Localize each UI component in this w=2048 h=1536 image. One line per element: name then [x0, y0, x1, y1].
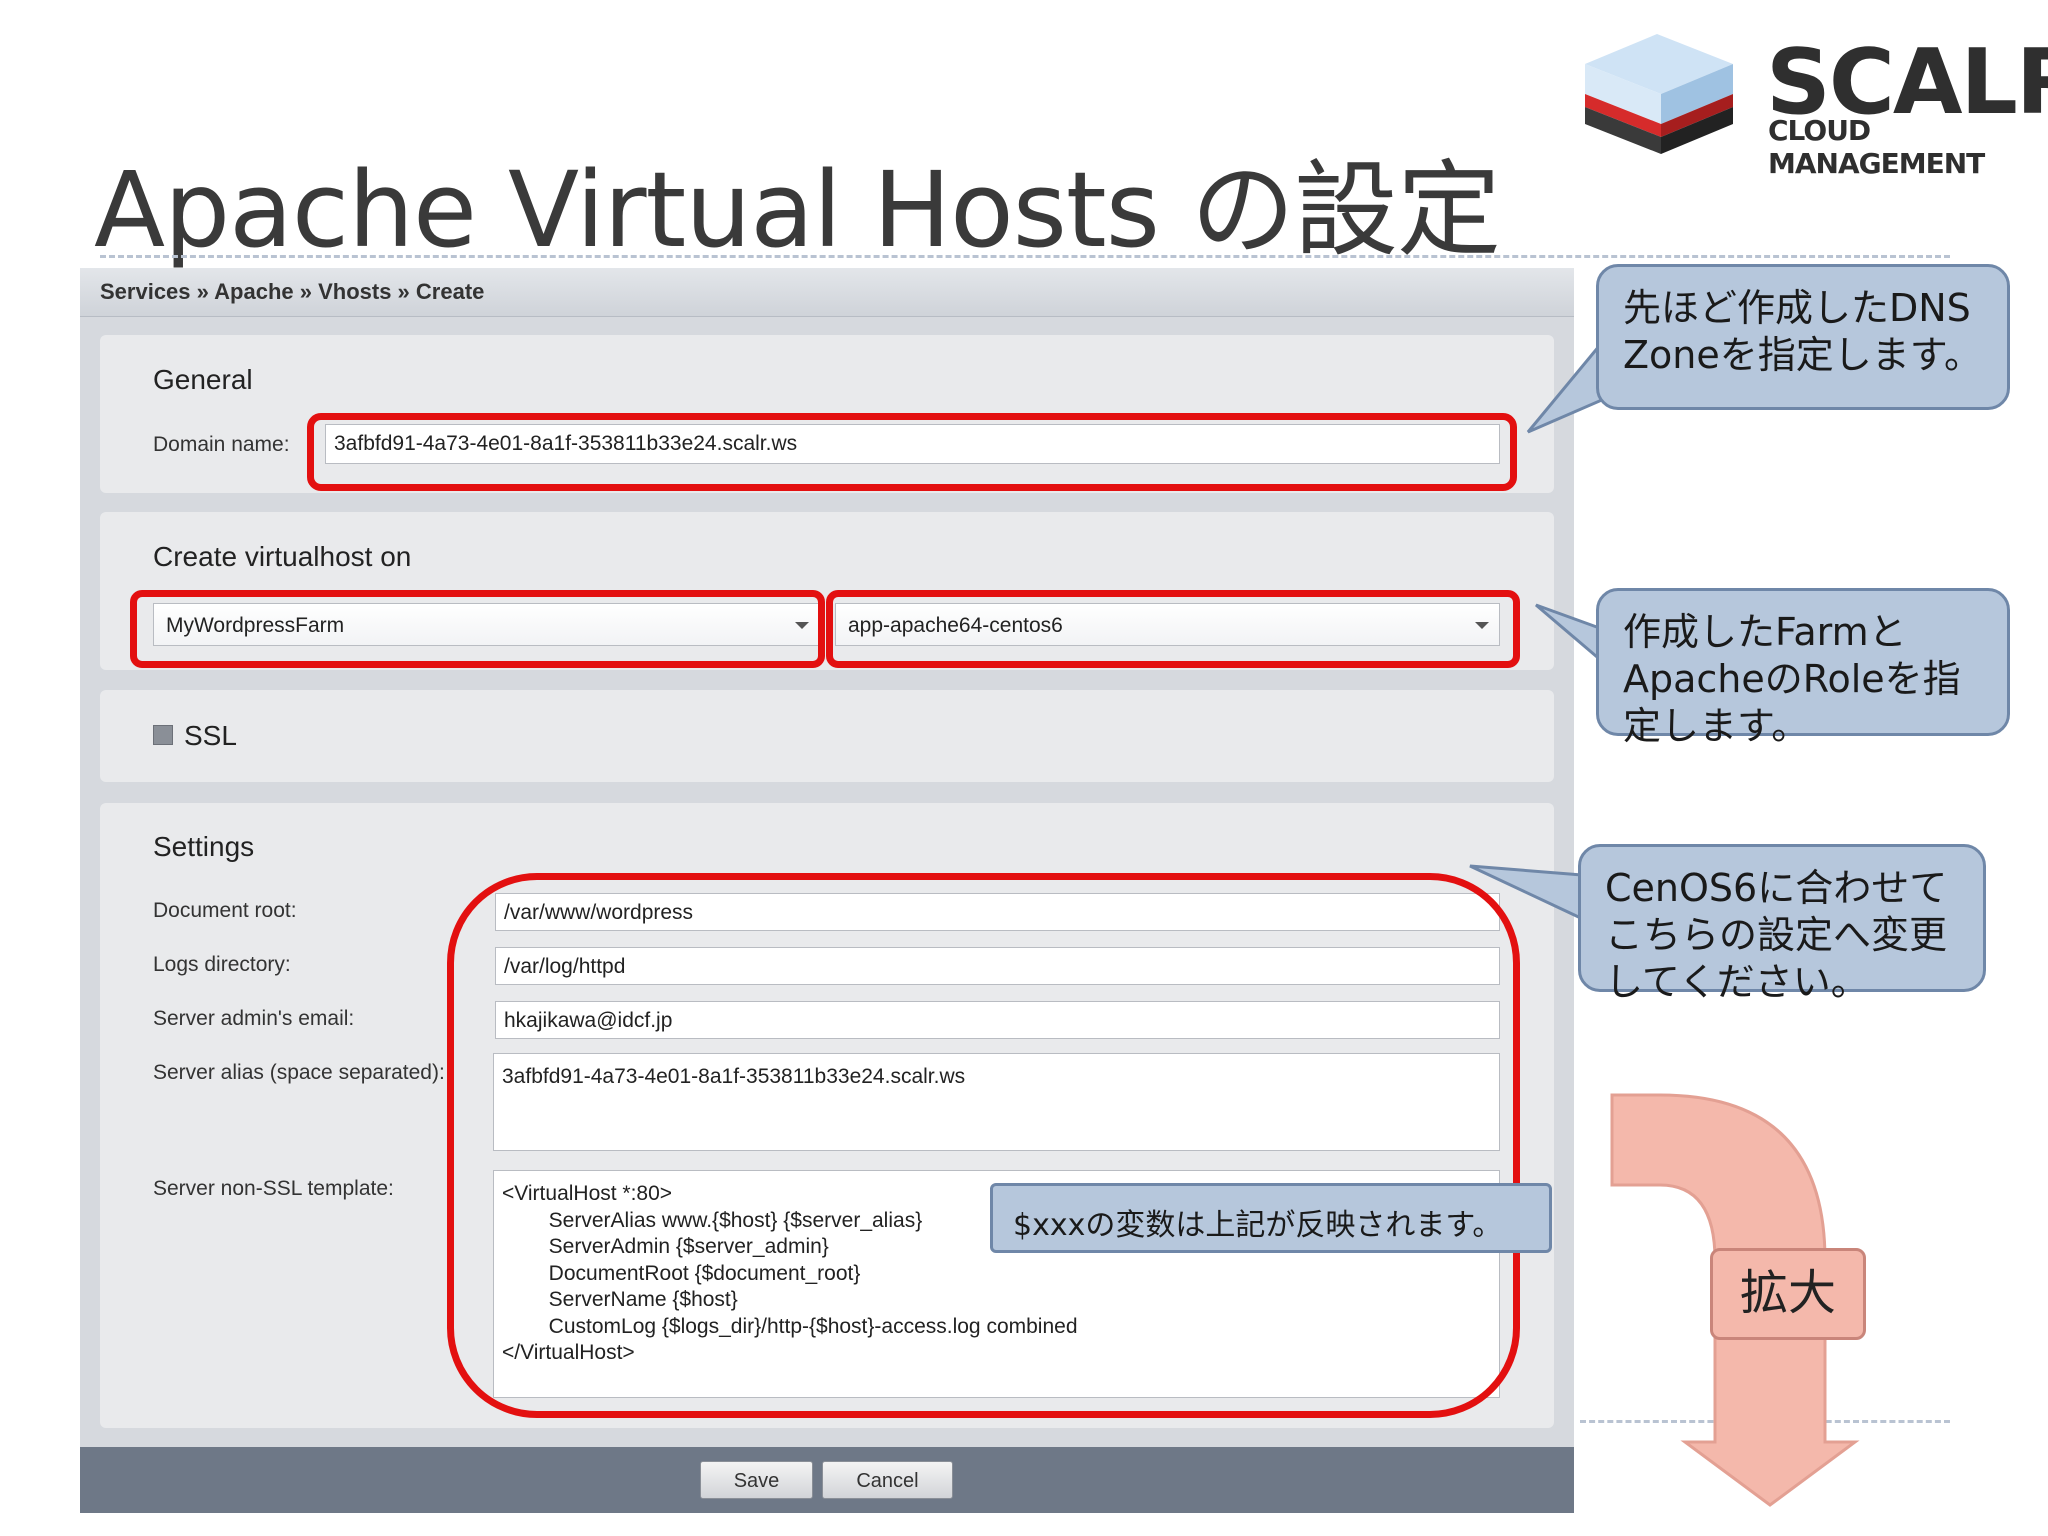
settings-legend: Settings	[153, 831, 255, 862]
breadcrumb[interactable]: Services » Apache » Vhosts » Create	[100, 279, 484, 305]
domain-name-label: Domain name:	[153, 433, 290, 456]
server-alias-label: Server alias (space separated):	[153, 1061, 445, 1084]
callout-farm-role: 作成したFarmとApacheのRoleを指定します。	[1596, 588, 2010, 748]
logo-tagline: CLOUD MANAGEMENT	[1768, 114, 1985, 180]
document-root-label: Document root:	[153, 899, 297, 922]
highlight-settings	[447, 873, 1520, 1418]
enlarge-label: 拡大	[1710, 1248, 1866, 1340]
title-divider	[100, 255, 1950, 258]
highlight-role-select	[826, 590, 1520, 668]
callout-variables: $xxxの変数は上記が反映されます。	[990, 1183, 1552, 1253]
general-legend: General	[153, 364, 253, 395]
callout-centos-settings: CenOS6に合わせてこちらの設定へ変更してください。	[1578, 844, 1986, 1004]
scalr-logo-icon	[1585, 34, 1733, 154]
save-button[interactable]: Save	[700, 1461, 813, 1499]
ssl-label: SSL	[184, 720, 237, 751]
slide-title: Apache Virtual Hosts の設定	[94, 149, 1501, 271]
cancel-button[interactable]: Cancel	[822, 1461, 953, 1499]
logs-directory-label: Logs directory:	[153, 953, 291, 976]
ssl-panel	[100, 690, 1554, 782]
highlight-domain-name	[307, 413, 1517, 491]
server-admin-email-label: Server admin's email:	[153, 1007, 355, 1030]
callout-dns-zone: 先ほど作成したDNS Zoneを指定します。	[1596, 264, 2010, 410]
server-non-ssl-template-label: Server non-SSL template:	[153, 1177, 394, 1200]
create-on-legend: Create virtualhost on	[153, 541, 412, 572]
ssl-checkbox[interactable]	[153, 725, 173, 745]
highlight-farm-select	[130, 590, 825, 668]
